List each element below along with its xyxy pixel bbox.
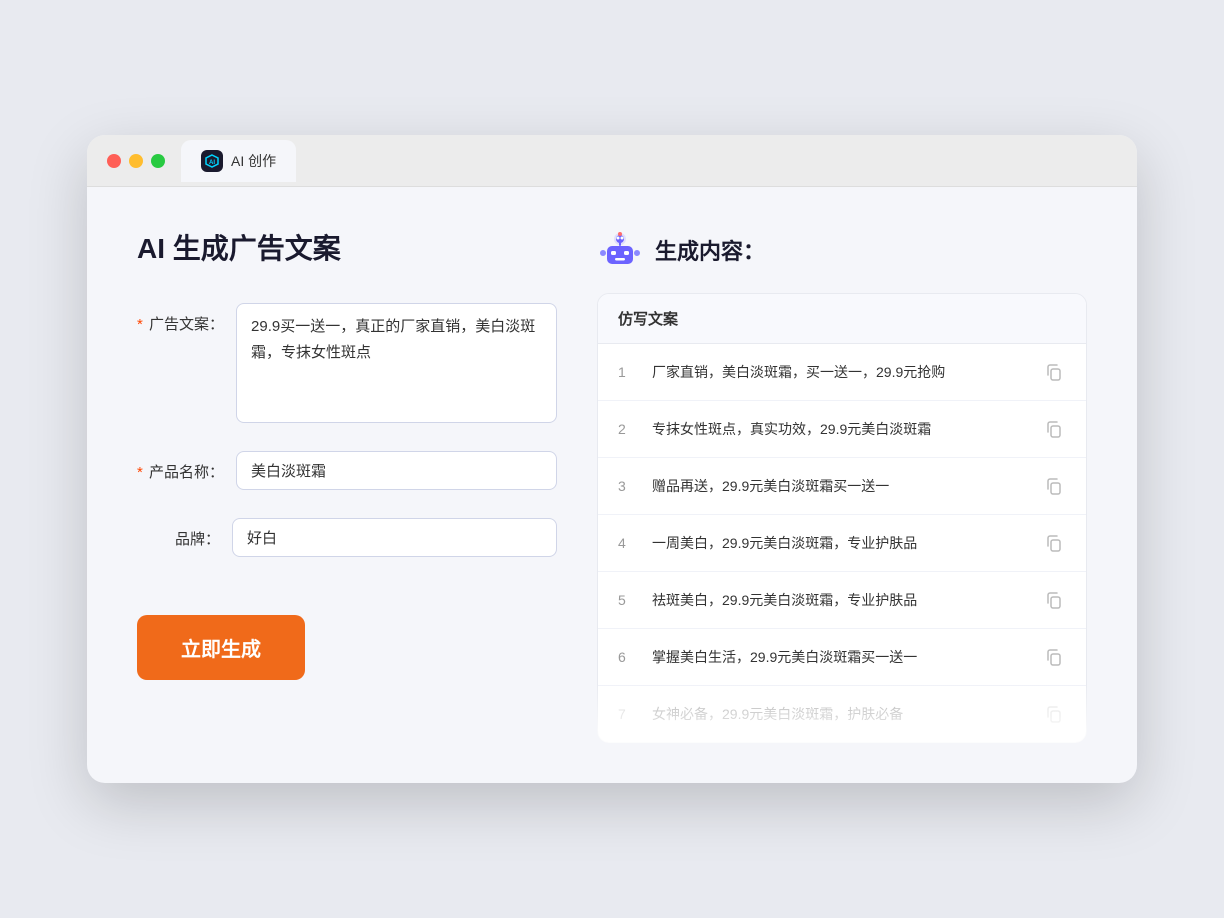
row-text: 掌握美白生活，29.9元美白淡斑霜买一送一 xyxy=(652,647,1030,668)
traffic-lights xyxy=(107,154,165,168)
table-row: 1 厂家直销，美白淡斑霜，买一送一，29.9元抢购 xyxy=(598,344,1086,401)
maximize-button[interactable] xyxy=(151,154,165,168)
content-area: AI 生成广告文案 * 广告文案： 29.9买一送一，真正的厂家直销，美白淡斑霜… xyxy=(87,187,1137,783)
copy-button[interactable] xyxy=(1042,702,1066,726)
row-text: 赠品再送，29.9元美白淡斑霜买一送一 xyxy=(652,476,1030,497)
table-row: 2 专抹女性斑点，真实功效，29.9元美白淡斑霜 xyxy=(598,401,1086,458)
ad-copy-row: * 广告文案： 29.9买一送一，真正的厂家直销，美白淡斑霜，专抹女性斑点 xyxy=(137,303,557,423)
brand-row: 品牌： xyxy=(137,518,557,557)
product-name-label: * 产品名称： xyxy=(137,451,236,482)
product-name-row: * 产品名称： xyxy=(137,451,557,490)
minimize-button[interactable] xyxy=(129,154,143,168)
row-number: 4 xyxy=(618,535,640,551)
result-title: 生成内容： xyxy=(655,234,765,266)
result-rows-container: 1 厂家直销，美白淡斑霜，买一送一，29.9元抢购 2 专抹女性斑点，真实功效，29… xyxy=(598,344,1086,742)
copy-button[interactable] xyxy=(1042,645,1066,669)
copy-button[interactable] xyxy=(1042,474,1066,498)
table-row: 5 祛斑美白，29.9元美白淡斑霜，专业护肤品 xyxy=(598,572,1086,629)
table-row: 4 一周美白，29.9元美白淡斑霜，专业护肤品 xyxy=(598,515,1086,572)
titlebar: AI AI 创作 xyxy=(87,135,1137,187)
row-number: 2 xyxy=(618,421,640,437)
left-panel: AI 生成广告文案 * 广告文案： 29.9买一送一，真正的厂家直销，美白淡斑霜… xyxy=(137,227,557,743)
right-panel: 生成内容： 仿写文案 1 厂家直销，美白淡斑霜，买一送一，29.9元抢购 2 专抹女… xyxy=(597,227,1087,743)
ad-copy-label: * 广告文案： xyxy=(137,303,236,334)
ad-copy-input[interactable]: 29.9买一送一，真正的厂家直销，美白淡斑霜，专抹女性斑点 xyxy=(236,303,557,423)
row-number: 5 xyxy=(618,592,640,608)
row-text: 专抹女性斑点，真实功效，29.9元美白淡斑霜 xyxy=(652,419,1030,440)
browser-window: AI AI 创作 AI 生成广告文案 * 广告文案： 29.9买一送一，真正的厂… xyxy=(87,135,1137,783)
ai-tab-icon: AI xyxy=(201,150,223,172)
row-number: 3 xyxy=(618,478,640,494)
tab-ai-create[interactable]: AI AI 创作 xyxy=(181,140,296,182)
tab-label: AI 创作 xyxy=(231,151,276,171)
result-header: 生成内容： xyxy=(597,227,1087,273)
svg-text:AI: AI xyxy=(209,160,215,166)
copy-button[interactable] xyxy=(1042,417,1066,441)
close-button[interactable] xyxy=(107,154,121,168)
copy-button[interactable] xyxy=(1042,531,1066,555)
row-text: 女神必备，29.9元美白淡斑霜，护肤必备 xyxy=(652,704,1030,725)
row-number: 6 xyxy=(618,649,640,665)
copy-button[interactable] xyxy=(1042,588,1066,612)
generate-button[interactable]: 立即生成 xyxy=(137,615,305,680)
page-title: AI 生成广告文案 xyxy=(137,227,557,267)
row-text: 厂家直销，美白淡斑霜，买一送一，29.9元抢购 xyxy=(652,362,1030,383)
table-row: 6 掌握美白生活，29.9元美白淡斑霜买一送一 xyxy=(598,629,1086,686)
table-row: 3 赠品再送，29.9元美白淡斑霜买一送一 xyxy=(598,458,1086,515)
robot-icon xyxy=(597,227,643,273)
result-container: 仿写文案 1 厂家直销，美白淡斑霜，买一送一，29.9元抢购 2 专抹女性斑点，真实… xyxy=(597,293,1087,743)
row-text: 一周美白，29.9元美白淡斑霜，专业护肤品 xyxy=(652,533,1030,554)
row-text: 祛斑美白，29.9元美白淡斑霜，专业护肤品 xyxy=(652,590,1030,611)
product-name-input[interactable] xyxy=(236,451,557,490)
result-table: 仿写文案 1 厂家直销，美白淡斑霜，买一送一，29.9元抢购 2 专抹女性斑点，真实… xyxy=(597,293,1087,743)
table-row: 7 女神必备，29.9元美白淡斑霜，护肤必备 xyxy=(598,686,1086,742)
brand-label: 品牌： xyxy=(137,518,232,549)
brand-input[interactable] xyxy=(232,518,557,557)
product-required-mark: * xyxy=(137,464,143,481)
ad-required-mark: * xyxy=(137,316,143,333)
row-number: 7 xyxy=(618,706,640,722)
row-number: 1 xyxy=(618,364,640,380)
copy-button[interactable] xyxy=(1042,360,1066,384)
table-header: 仿写文案 xyxy=(598,294,1086,344)
